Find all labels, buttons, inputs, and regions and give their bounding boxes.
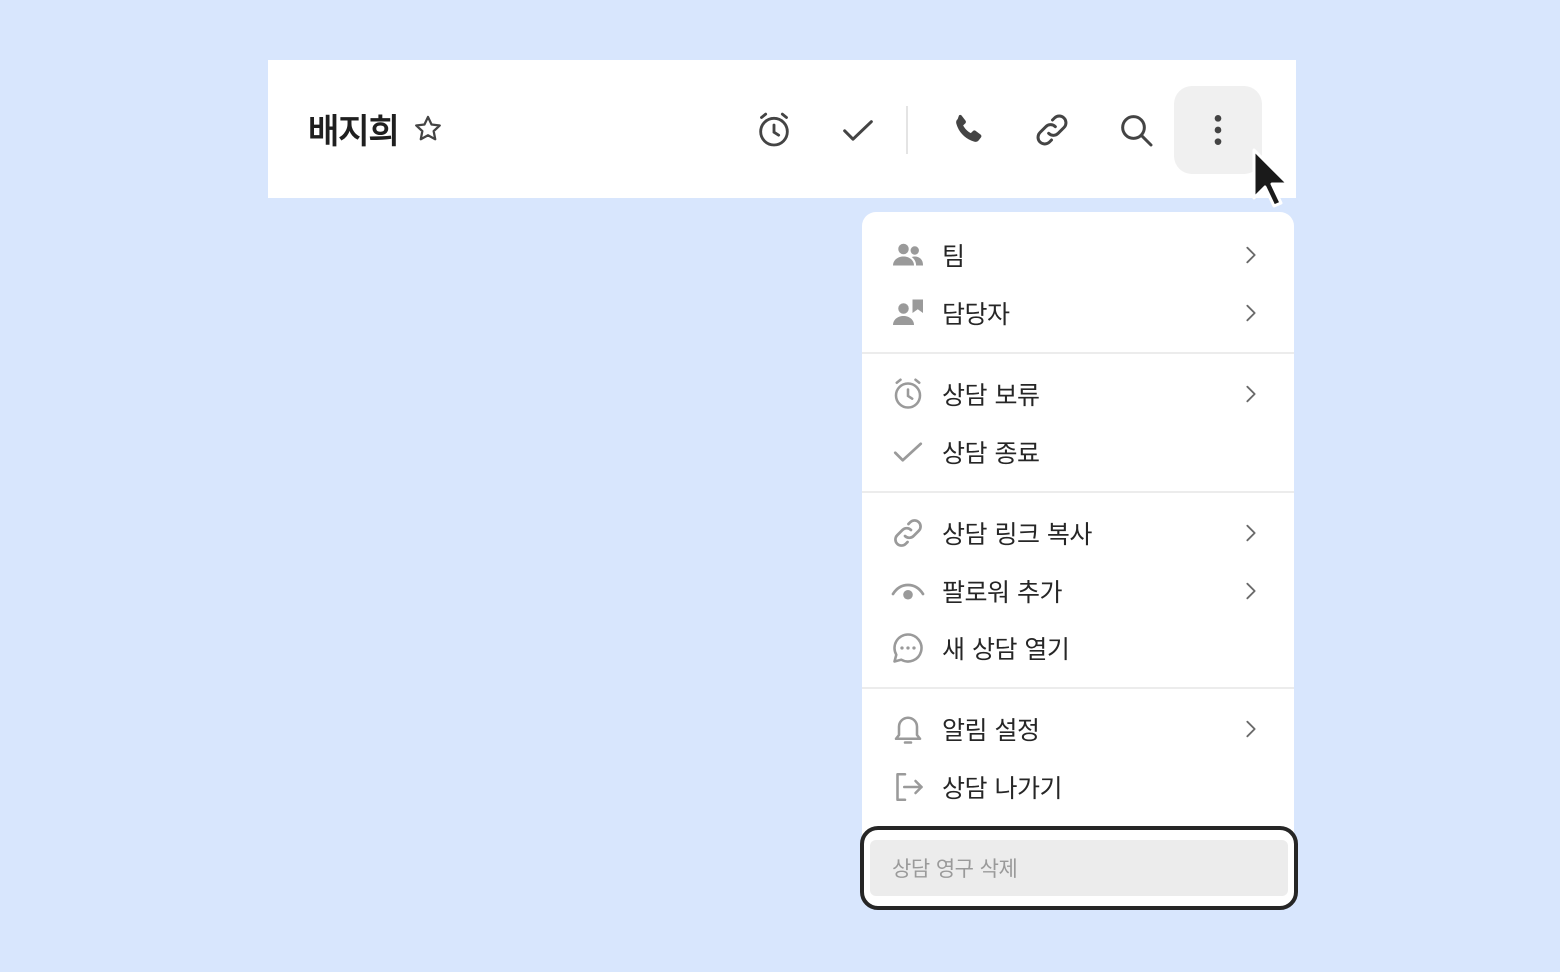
star-icon[interactable] [411,112,445,146]
chat-header: 배지희 [268,60,1296,198]
more-options-menu: 팀 담당자 상담 보류 상담 종료 상담 링크 복사 팔로워 추가 새 상담 열… [862,212,1294,902]
link-icon [1036,114,1068,146]
menu-item-notification-settings[interactable]: 알림 설정 [862,701,1294,757]
delete-option-label: 상담 영구 삭제 [892,857,1018,881]
search-button[interactable] [1110,104,1162,156]
menu-item-label: 상담 나가기 [942,774,1062,803]
page-title: 배지희 [308,112,400,152]
call-button[interactable] [942,104,994,156]
check-icon [843,120,873,141]
menu-item-label: 팀 [942,242,965,271]
menu-item-new-chat[interactable]: 새 상담 열기 [862,620,1294,676]
menu-item-label: 상담 링크 복사 [942,520,1092,549]
menu-item-label: 알림 설정 [942,716,1040,745]
header-divider [906,106,908,154]
close-chat-button[interactable] [832,104,884,156]
menu-divider [862,687,1294,689]
menu-item-leave-chat[interactable]: 상담 나가기 [862,759,1294,815]
menu-item-assignee[interactable]: 담당자 [862,285,1294,341]
chat-bubble-icon [890,630,926,666]
menu-item-label: 상담 보류 [942,381,1040,410]
chevron-right-icon [1246,582,1256,600]
menu-item-add-follower[interactable]: 팔로워 추가 [862,563,1294,619]
menu-item-delete-permanently[interactable]: 상담 영구 삭제 [860,826,1298,910]
menu-divider [862,491,1294,493]
menu-divider [862,352,1294,354]
more-vertical-icon [1214,115,1222,145]
alarm-clock-icon [759,112,789,147]
menu-item-label: 담당자 [942,300,1010,329]
check-icon [890,434,926,470]
assignee-icon [890,295,926,331]
snooze-button[interactable] [748,104,800,156]
link-icon [890,515,926,551]
menu-item-label: 상담 종료 [942,439,1040,468]
phone-icon [956,114,982,142]
team-icon [890,237,926,273]
copy-link-button[interactable] [1026,104,1078,156]
menu-item-label: 팔로워 추가 [942,578,1062,607]
menu-item-label: 새 상담 열기 [942,635,1070,664]
search-icon [1121,115,1153,147]
menu-item-close-chat[interactable]: 상담 종료 [862,424,1294,480]
delete-option-row[interactable]: 상담 영구 삭제 [870,840,1288,896]
menu-item-snooze[interactable]: 상담 보류 [862,366,1294,422]
menu-item-copy-link[interactable]: 상담 링크 복사 [862,505,1294,561]
title-area: 배지희 [308,104,445,153]
eye-icon [890,573,926,609]
chevron-right-icon [1246,720,1256,738]
chevron-right-icon [1246,246,1256,264]
bell-icon [890,711,926,747]
exit-icon [890,769,926,805]
menu-item-team[interactable]: 팀 [862,227,1294,283]
chevron-right-icon [1246,385,1256,403]
mouse-cursor-icon [1252,148,1290,208]
chevron-right-icon [1246,304,1256,322]
alarm-clock-icon [890,376,926,412]
chevron-right-icon [1246,524,1256,542]
